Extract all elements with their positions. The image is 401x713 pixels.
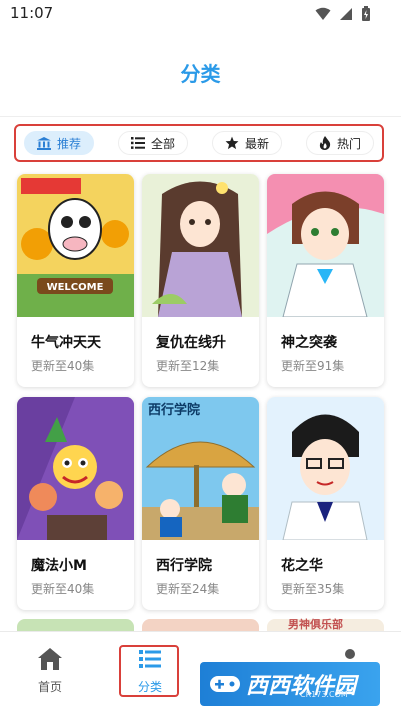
peek-cover-text: 男神俱乐部 bbox=[288, 618, 343, 631]
comic-cover bbox=[17, 397, 134, 540]
comic-cover bbox=[17, 619, 134, 631]
comic-episode-count: 更新至12集 bbox=[156, 359, 220, 373]
cover-text: WELCOME bbox=[47, 282, 104, 293]
status-time: 11:07 bbox=[10, 4, 54, 22]
comic-episode-count: 更新至24集 bbox=[156, 582, 220, 596]
tab-highlight-box bbox=[119, 645, 179, 697]
tab-label: 首页 bbox=[37, 680, 62, 694]
star-icon bbox=[225, 136, 239, 150]
comic-episode-count: 更新至40集 bbox=[31, 359, 95, 373]
filter-chip-latest[interactable]: 最新 bbox=[211, 131, 282, 155]
comic-title: 西行学院 bbox=[156, 558, 212, 574]
comic-cover: 西行学院 bbox=[142, 397, 259, 540]
comic-card[interactable]: 魔法小M 更新至40集 bbox=[17, 397, 134, 610]
comic-card[interactable]: WELCOME 牛气冲天天 更新至40集 bbox=[17, 174, 134, 387]
filter-chip-recommended[interactable]: 推荐 bbox=[24, 131, 95, 155]
filter-chip-label: 热门 bbox=[336, 136, 361, 151]
flame-icon bbox=[319, 136, 331, 150]
filter-chip-label: 推荐 bbox=[57, 136, 82, 151]
comic-cover bbox=[142, 619, 259, 631]
filter-chip-label: 全部 bbox=[150, 136, 175, 151]
comic-episode-count: 更新至91集 bbox=[281, 359, 345, 373]
gamepad-icon bbox=[210, 676, 240, 692]
comic-cover bbox=[142, 174, 259, 317]
bank-icon bbox=[37, 136, 51, 150]
comic-title: 神之突袭 bbox=[281, 335, 337, 351]
comic-title: 魔法小M bbox=[31, 558, 87, 574]
comic-cover: WELCOME bbox=[17, 174, 134, 317]
page-title: 分类 bbox=[180, 62, 221, 86]
comic-title: 花之华 bbox=[281, 558, 323, 574]
home-icon bbox=[38, 648, 62, 670]
filter-chip-hot[interactable]: 热门 bbox=[305, 131, 374, 155]
battery-icon bbox=[362, 6, 370, 21]
comic-episode-count: 更新至40集 bbox=[31, 582, 95, 596]
cover-text: 西行学院 bbox=[148, 402, 200, 418]
status-bar: 11:07 bbox=[0, 0, 401, 28]
filter-chip-label: 最新 bbox=[244, 136, 269, 151]
watermark-subtext: CR173.COM bbox=[300, 690, 348, 699]
signal-icon bbox=[340, 8, 352, 20]
comic-card[interactable]: 西行学院 西行学院 更新至24集 bbox=[142, 397, 259, 610]
comic-card[interactable]: 神之突袭 更新至91集 bbox=[267, 174, 384, 387]
comic-title: 复仇在线升 bbox=[156, 335, 226, 351]
comic-card[interactable]: 花之华 更新至35集 bbox=[267, 397, 384, 610]
list-icon bbox=[130, 137, 145, 149]
filter-chip-all[interactable]: 全部 bbox=[117, 131, 188, 155]
filter-bar: 推荐 全部 最新 热门 bbox=[14, 124, 384, 162]
comic-cover bbox=[267, 174, 384, 317]
status-icons bbox=[315, 6, 371, 22]
comic-cover bbox=[267, 397, 384, 540]
header-divider bbox=[0, 116, 401, 117]
comic-episode-count: 更新至35集 bbox=[281, 582, 345, 596]
comic-card[interactable]: 复仇在线升 更新至12集 bbox=[142, 174, 259, 387]
tab-home[interactable]: 首页 bbox=[20, 646, 80, 695]
wifi-icon bbox=[315, 7, 331, 20]
comic-title: 牛气冲天天 bbox=[31, 335, 101, 351]
watermark-logo: 西西软件园 bbox=[200, 662, 380, 706]
